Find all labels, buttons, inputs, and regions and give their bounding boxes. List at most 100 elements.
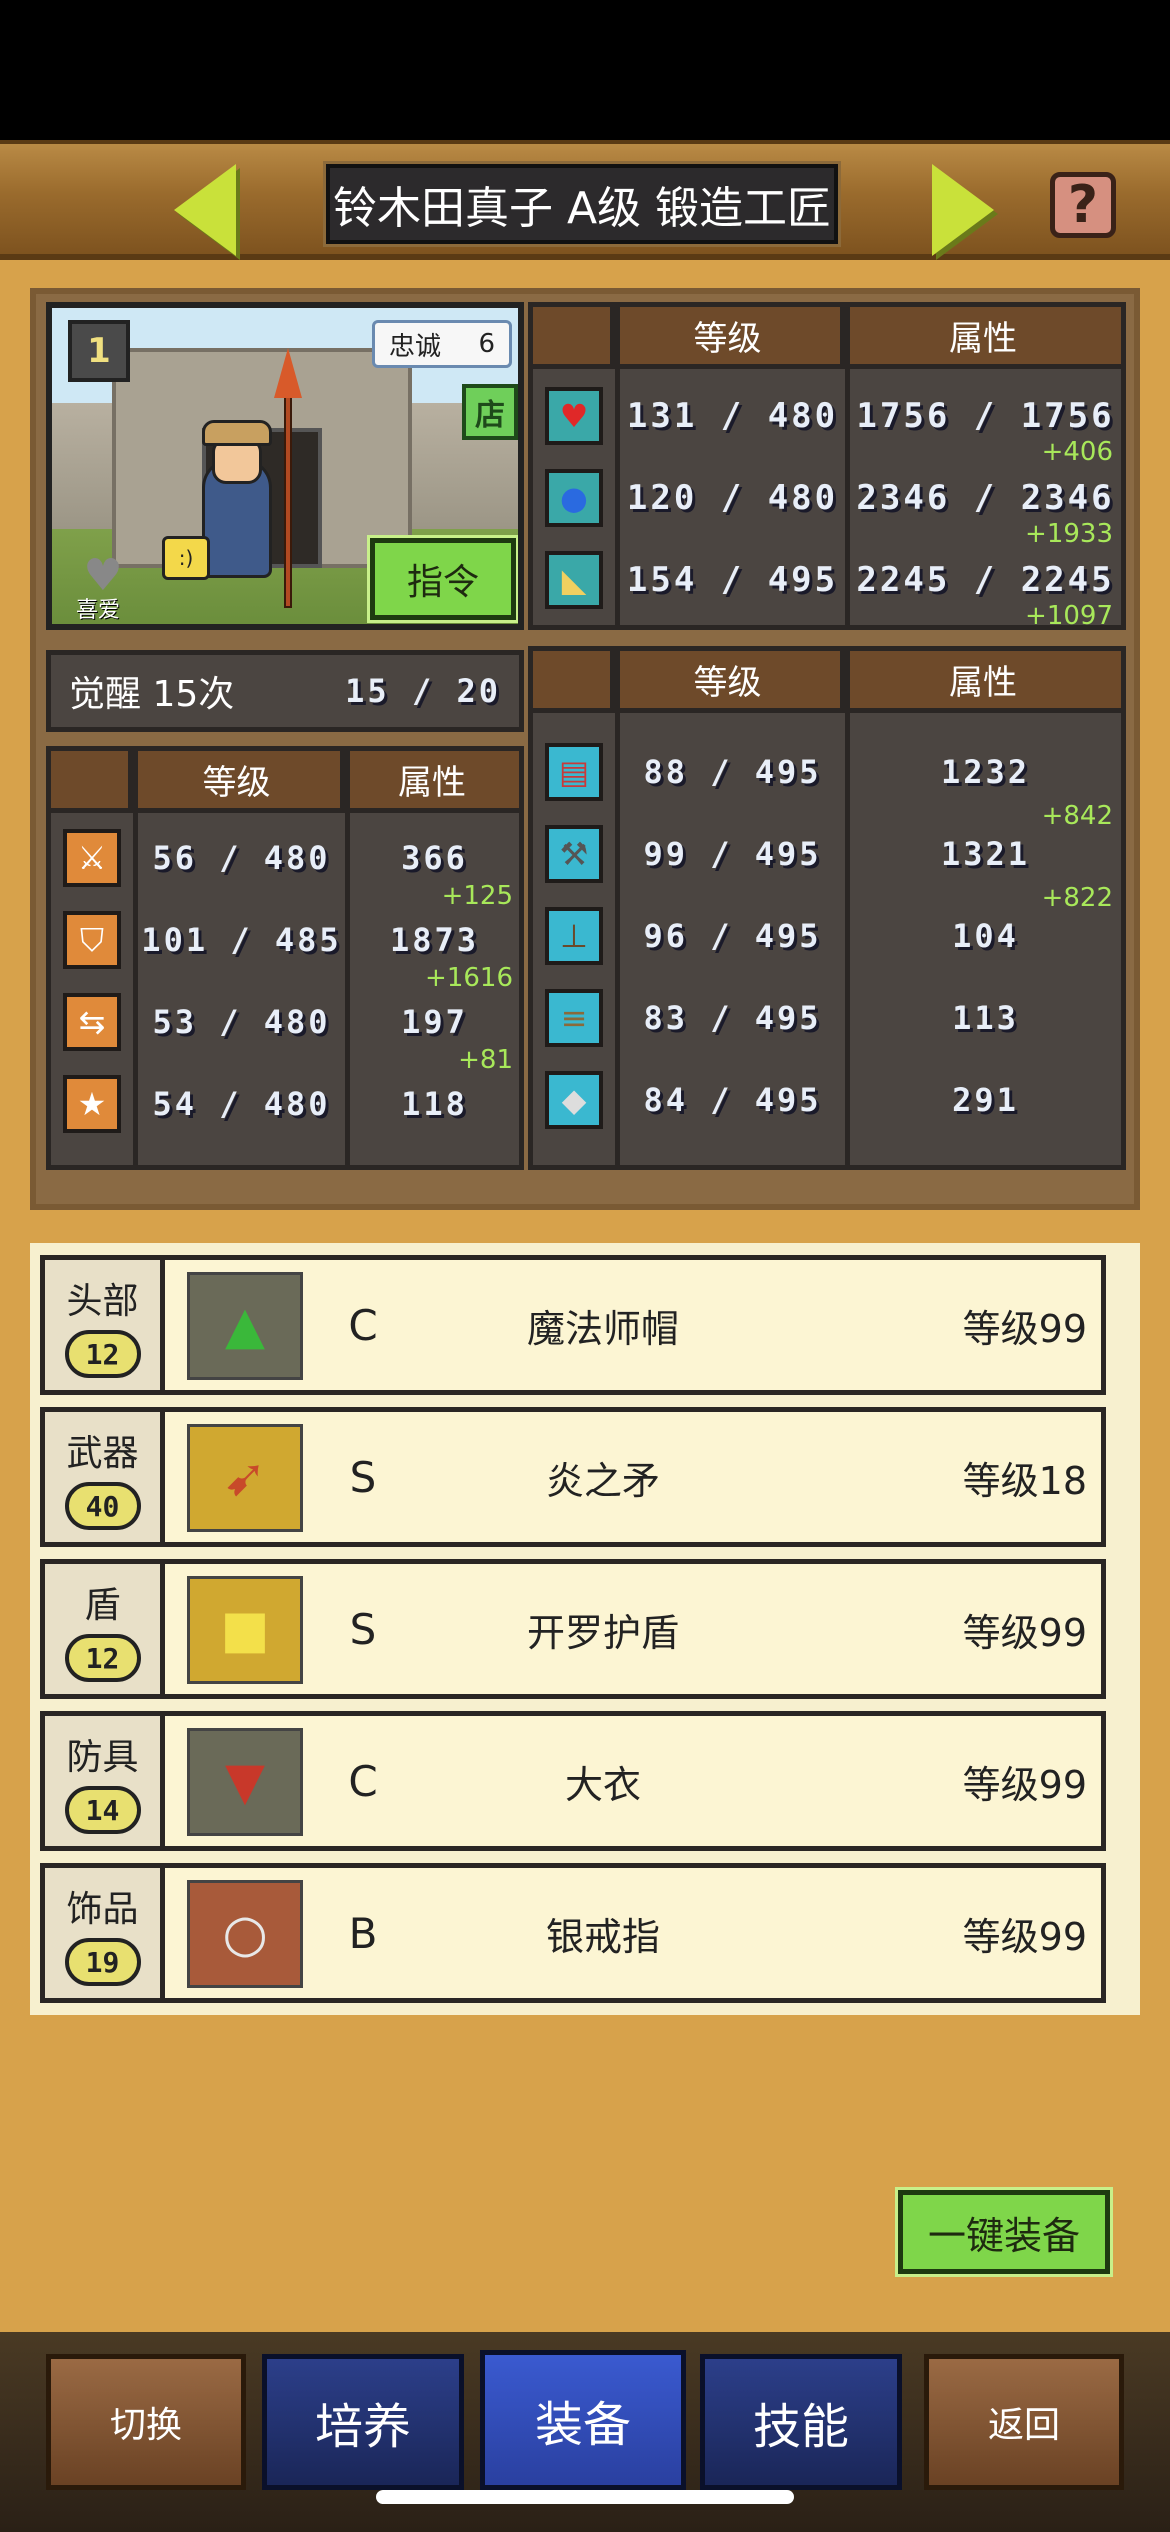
slot-level-badge: 19 — [64, 1938, 141, 1986]
shop-icon[interactable]: 店 — [462, 384, 518, 440]
slot-cell: 饰品 19 — [45, 1868, 165, 1998]
skills-tab[interactable]: 技能 — [700, 2354, 902, 2490]
equip-row-head[interactable]: 头部 12 ▲ C 魔法师帽 等级99 — [40, 1255, 1106, 1395]
item-name: 炎之矛 — [545, 1458, 660, 1503]
slot-level-badge: 14 — [64, 1786, 141, 1834]
next-character-arrow-icon[interactable] — [932, 164, 994, 256]
shield-icon: ■ — [187, 1576, 303, 1684]
item-rank: S — [349, 1452, 377, 1502]
stat-row-hp: ♥ 131 / 480 1756 / 1756 — [533, 375, 1121, 457]
equip-row-weapon[interactable]: 武器 40 ➹ S 炎之矛 等级18 — [40, 1407, 1106, 1547]
item-level: 等级99 — [962, 1914, 1087, 1959]
slot-level-badge: 40 — [64, 1482, 141, 1530]
command-button[interactable]: 指令 — [367, 535, 518, 623]
status-bar-area — [0, 0, 1170, 140]
character-portrait: :) 1 忠诚 6 店 ♥ 喜爱 指令 — [46, 302, 524, 630]
slot-name: 头部 — [66, 1281, 139, 1322]
item-rank: C — [348, 1300, 378, 1350]
item-name: 大衣 — [564, 1762, 641, 1807]
stat-row-hammer: ⚒ 99 / 495 1321 — [533, 813, 1121, 895]
ore-icon: ◆ — [545, 1071, 603, 1129]
auto-equip-button[interactable]: 一键装备 — [895, 2187, 1113, 2277]
header-level: 等级 — [615, 307, 845, 364]
previous-character-arrow-icon[interactable] — [174, 164, 236, 256]
coat-icon: ▼ — [187, 1728, 303, 1836]
item-level: 等级99 — [962, 1306, 1087, 1351]
header-icon-cell — [51, 751, 133, 808]
header-icon-cell — [533, 651, 615, 708]
header-attr: 属性 — [845, 307, 1121, 364]
stat-level: 131 / 480 — [626, 396, 839, 436]
combat-stats-header: 等级 属性 — [51, 751, 519, 813]
header-level: 等级 — [133, 751, 345, 808]
speed-icon: ⇆ — [63, 993, 121, 1051]
loyalty-badge: 忠诚 6 — [372, 320, 512, 368]
heart-icon: ♥ — [545, 387, 603, 445]
equip-row-accessory[interactable]: 饰品 19 ○ B 银戒指 等级99 — [40, 1863, 1106, 2003]
stat-row-ore: ◆ 84 / 495 291 — [533, 1059, 1121, 1141]
slot-cell: 头部 12 — [45, 1260, 165, 1390]
character-title: 铃木田真子 A级 锻造工匠 — [323, 161, 841, 247]
character-spear-tip — [274, 348, 302, 398]
stat-attr: 2346 / 2346 — [856, 478, 1115, 518]
item-name: 银戒指 — [545, 1914, 660, 1959]
slot-cell: 防具 14 — [45, 1716, 165, 1846]
like-heart-icon[interactable]: ♥ — [78, 554, 128, 598]
loyalty-value: 6 — [478, 329, 495, 359]
back-button[interactable]: 返回 — [924, 2354, 1124, 2490]
anvil-icon: ≡ — [545, 989, 603, 1047]
awakening-bar: 觉醒 15次 15 / 20 — [46, 650, 524, 732]
luck-icon: ★ — [63, 1075, 121, 1133]
stat-row-luck: ★ 54 / 480 118 — [51, 1063, 519, 1145]
combat-stats-table: 等级 属性 ⚔ 56 / 480 366 +125 ⛉ 101 / 485 18… — [46, 746, 524, 1170]
equip-tab[interactable]: 装备 — [480, 2350, 686, 2490]
stat-level: 54 / 480 — [152, 1085, 331, 1123]
header-attr: 属性 — [345, 751, 519, 808]
shovel-icon: ⊥ — [545, 907, 603, 965]
craft-stats-header: 等级 属性 — [533, 651, 1121, 713]
item-level: 等级18 — [962, 1458, 1087, 1503]
potion-icon: ● — [545, 469, 603, 527]
book-icon: ▤ — [545, 743, 603, 801]
home-indicator[interactable] — [376, 2490, 794, 2504]
stat-row-speed: ⇆ 53 / 480 197 — [51, 981, 519, 1063]
stat-attr: 197 — [401, 1003, 468, 1041]
stat-level: 101 / 485 — [141, 921, 342, 959]
item-rank: B — [348, 1908, 378, 1958]
craft-stats-table: 等级 属性 ▤ 88 / 495 1232 +842 ⚒ 99 / 495 13… — [528, 646, 1126, 1170]
item-level: 等级99 — [962, 1610, 1087, 1655]
rank-badge-icon: 1 — [68, 320, 130, 382]
spear-icon: ➹ — [187, 1424, 303, 1532]
awakening-label: 觉醒 15次 — [69, 674, 235, 715]
wizard-hat-icon: ▲ — [187, 1272, 303, 1380]
stat-bonus: +1097 — [1025, 601, 1113, 631]
slot-level-badge: 12 — [64, 1634, 141, 1682]
train-tab[interactable]: 培养 — [262, 2354, 464, 2490]
loyalty-label: 忠诚 — [389, 331, 442, 362]
ring-icon: ○ — [187, 1880, 303, 1988]
equip-row-shield[interactable]: 盾 12 ■ S 开罗护盾 等级99 — [40, 1559, 1106, 1699]
equip-row-armor[interactable]: 防具 14 ▼ C 大衣 等级99 — [40, 1711, 1106, 1851]
item-level: 等级99 — [962, 1762, 1087, 1807]
switch-button[interactable]: 切换 — [46, 2354, 246, 2490]
awakening-count: 15 / 20 — [345, 672, 501, 710]
slot-name: 盾 — [84, 1585, 121, 1626]
defense-icon: ⛉ — [63, 911, 121, 969]
stat-attr: 104 — [952, 917, 1019, 955]
stat-level: 83 / 495 — [643, 999, 822, 1037]
stat-attr: 1321 — [940, 835, 1031, 873]
help-button[interactable]: ? — [1050, 172, 1116, 238]
hammer-icon: ⚒ — [545, 825, 603, 883]
stat-row-anvil: ≡ 83 / 495 113 — [533, 977, 1121, 1059]
slot-cell: 武器 40 — [45, 1412, 165, 1542]
stat-attr: 1873 — [389, 921, 480, 959]
item-name: 开罗护盾 — [526, 1610, 679, 1655]
base-stats-table: 等级 属性 ♥ 131 / 480 1756 / 1756 +406 ● 120… — [528, 302, 1126, 631]
stat-level: 88 / 495 — [643, 753, 822, 791]
slot-cell: 盾 12 — [45, 1564, 165, 1694]
stat-level: 154 / 495 — [626, 560, 839, 600]
attack-icon: ⚔ — [63, 829, 121, 887]
stat-level: 56 / 480 — [152, 839, 331, 877]
item-name: 魔法师帽 — [526, 1306, 679, 1351]
character-hat — [202, 420, 272, 446]
